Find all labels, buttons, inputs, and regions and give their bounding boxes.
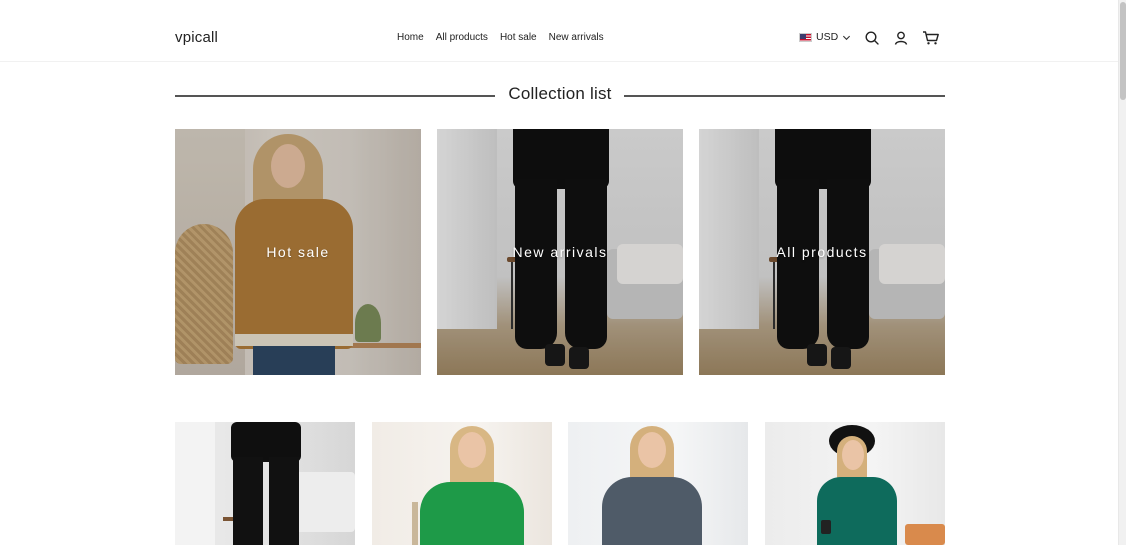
page-scrollbar[interactable] — [1118, 0, 1126, 545]
currency-selector[interactable]: USD — [799, 31, 851, 43]
title-divider-right — [624, 95, 945, 97]
account-icon[interactable] — [893, 30, 909, 46]
site-logo[interactable]: vpicall — [175, 29, 218, 46]
product-image — [372, 422, 552, 545]
nav-hot-sale[interactable]: Hot sale — [500, 32, 537, 43]
site-header: vpicall Home All products Hot sale New a… — [0, 0, 1118, 62]
nav-new-arrivals[interactable]: New arrivals — [549, 32, 604, 43]
currency-label: USD — [816, 31, 839, 43]
us-flag-icon — [799, 32, 812, 42]
product-image — [568, 422, 748, 545]
collection-card-new-arrivals[interactable]: New arrivals — [437, 129, 683, 375]
cart-icon[interactable] — [922, 30, 940, 46]
product-card-teal-dress[interactable] — [765, 422, 945, 545]
collection-card-hot-sale[interactable]: Hot sale — [175, 129, 421, 375]
nav-all-products[interactable]: All products — [436, 32, 488, 43]
chevron-down-icon — [843, 35, 851, 40]
nav-home[interactable]: Home — [397, 32, 424, 43]
section-title: Collection list — [508, 84, 612, 103]
main-nav: Home All products Hot sale New arrivals — [397, 32, 604, 43]
product-image — [765, 422, 945, 545]
product-card-green-sweater[interactable] — [372, 422, 552, 545]
product-image — [175, 422, 355, 545]
collection-card-all-products[interactable]: All products — [699, 129, 945, 375]
product-card-black-pants[interactable] — [175, 422, 355, 545]
collection-label: All products — [776, 244, 868, 260]
collection-label: Hot sale — [266, 244, 330, 260]
scrollbar-thumb[interactable] — [1120, 2, 1126, 100]
search-icon[interactable] — [864, 30, 880, 46]
collection-label: New arrivals — [512, 244, 608, 260]
collection-list-heading: Collection list — [175, 84, 945, 108]
product-card-grey-sweater[interactable] — [568, 422, 748, 545]
